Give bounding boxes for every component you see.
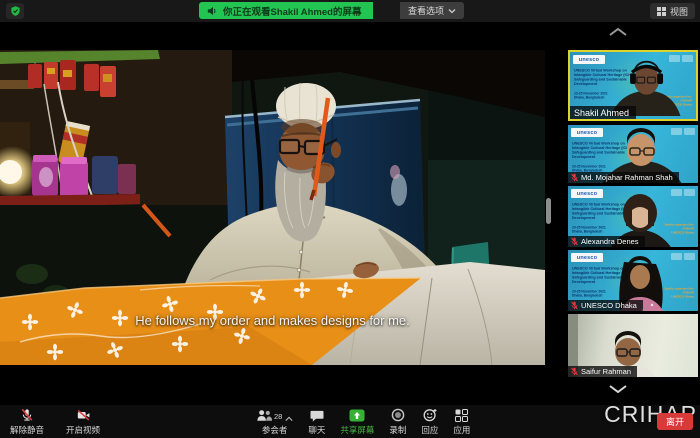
- toolbar-center-group: 28 参会者 聊天: [256, 408, 470, 436]
- participants-count: 28: [274, 412, 282, 421]
- participant-name: Shakil Ahmed: [574, 108, 629, 118]
- chat-label: 聊天: [308, 424, 325, 436]
- view-options-label: 查看选项: [408, 4, 444, 17]
- participant-tile-alexandra-denes[interactable]: unesco UNESCO Virtual Workshop on Intang…: [568, 186, 698, 247]
- muted-mic-icon: [571, 237, 578, 246]
- expand-thumbnails-button[interactable]: [606, 383, 630, 395]
- participant-tile-unesco-dhaka[interactable]: unesco UNESCO Virtual Workshop on Intang…: [568, 250, 698, 311]
- muted-mic-icon: [571, 173, 578, 182]
- share-screen-icon: [349, 409, 365, 422]
- security-shield-button[interactable]: [6, 3, 24, 19]
- banner-text: 你正在观看Shakil Ahmed的屏幕: [223, 4, 361, 18]
- participant-name: Alexandra Denes: [581, 237, 639, 246]
- apps-label: 应用: [453, 424, 470, 436]
- chevron-down-icon: [448, 8, 456, 14]
- reactions-label: 回应: [421, 424, 438, 436]
- leave-meeting-button[interactable]: 离开: [657, 413, 693, 430]
- participant-name-tag: Shakil Ahmed: [570, 106, 636, 119]
- camera-off-icon: [76, 408, 91, 422]
- participants-button[interactable]: 28 参会者: [256, 408, 293, 436]
- chevron-down-icon: [608, 384, 628, 394]
- participant-name-tag: UNESCO Dhaka: [568, 300, 643, 311]
- participant-tile-shakil-ahmed[interactable]: unesco UNESCO Virtual Workshop on Intang…: [568, 50, 698, 121]
- shared-screen-video: He follows my order and makes designs fo…: [0, 22, 545, 405]
- collapse-thumbnails-button[interactable]: [606, 26, 630, 38]
- apps-button[interactable]: 应用: [453, 408, 470, 436]
- participants-caret[interactable]: [285, 416, 293, 422]
- reactions-button[interactable]: 回应: [421, 408, 438, 436]
- participant-name: Saifur Rahman: [581, 367, 631, 376]
- speaker-icon: [207, 6, 217, 16]
- sidebar-resize-handle[interactable]: [546, 198, 551, 224]
- meeting-toolbar: 解除静音 开启视频: [0, 405, 700, 438]
- participant-name: Md. Mojahar Rahman Shah: [581, 173, 673, 182]
- meeting-top-bar: 你正在观看Shakil Ahmed的屏幕 查看选项 视图: [0, 0, 700, 22]
- chat-button[interactable]: 聊天: [308, 408, 325, 436]
- unmute-button[interactable]: 解除静音: [4, 408, 50, 436]
- participants-icon: [256, 409, 273, 422]
- unmute-label: 解除静音: [10, 424, 44, 436]
- record-label: 录制: [389, 424, 406, 436]
- participants-filmstrip: unesco UNESCO Virtual Workshop on Intang…: [552, 22, 700, 405]
- reactions-smiley-icon: [423, 408, 437, 422]
- mic-muted-icon: [20, 408, 34, 422]
- participants-label: 参会者: [262, 424, 288, 436]
- grid-icon: [657, 7, 666, 16]
- view-label: 视图: [670, 5, 688, 18]
- watching-screen-banner: 你正在观看Shakil Ahmed的屏幕: [199, 2, 373, 19]
- record-button[interactable]: 录制: [389, 408, 406, 436]
- participant-name-tag: Saifur Rahman: [568, 366, 637, 377]
- zoom-meeting-window: 你正在观看Shakil Ahmed的屏幕 查看选项 视图: [0, 0, 700, 438]
- leave-label: 离开: [666, 415, 684, 428]
- participant-tile-saifur-rahman[interactable]: Saifur Rahman: [568, 314, 698, 377]
- share-screen-label: 共享屏幕: [340, 424, 374, 436]
- view-button[interactable]: 视图: [650, 3, 695, 19]
- share-screen-button[interactable]: 共享屏幕: [340, 408, 374, 436]
- apps-icon: [455, 409, 468, 422]
- shared-screen-content: [0, 22, 545, 405]
- shield-icon: [10, 5, 21, 17]
- chat-icon: [310, 409, 324, 422]
- start-video-button[interactable]: 开启视频: [60, 408, 106, 436]
- muted-mic-icon: [571, 301, 578, 310]
- chevron-up-icon: [608, 27, 628, 37]
- participant-name-tag: Md. Mojahar Rahman Shah: [568, 172, 679, 183]
- muted-mic-icon: [571, 367, 578, 376]
- view-options-button[interactable]: 查看选项: [400, 2, 464, 19]
- start-video-label: 开启视频: [66, 424, 100, 436]
- participant-name-tag: Alexandra Denes: [568, 236, 645, 247]
- participant-tile-mojahar-rahman-shah[interactable]: unesco UNESCO Virtual Workshop on Intang…: [568, 125, 698, 183]
- record-icon: [391, 408, 405, 422]
- participant-name: UNESCO Dhaka: [581, 301, 637, 310]
- video-subtitle: He follows my order and makes designs fo…: [0, 313, 545, 328]
